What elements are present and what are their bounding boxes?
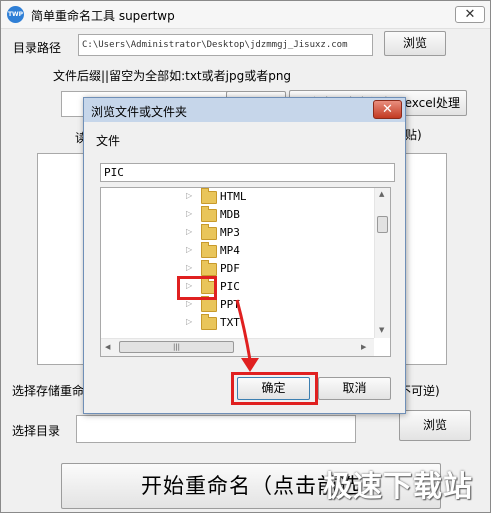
paste-label: 贴) [405,128,422,142]
folder-tree[interactable]: ▷ HTML ▷ MDB ▷ MP3 ▷ MP4 ▷ PDF ▷ PIC ▷ P… [100,187,391,357]
save-option-label: 选择存储重命 [12,384,85,398]
expand-arrow-icon[interactable]: ▷ [186,263,192,272]
folder-name: MDB [220,208,240,221]
dialog-file-label: 文件 [96,134,121,148]
scroll-left-icon[interactable]: ◀ [105,343,110,351]
cancel-button[interactable]: 取消 [318,377,391,400]
folder-icon [201,242,217,258]
folder-icon [201,296,217,312]
scroll-up-icon[interactable]: ▲ [379,190,384,198]
folder-icon [201,224,217,240]
folder-name: PDF [220,262,240,275]
dialog-title: 浏览文件或文件夹 [91,105,188,119]
browse-folder-dialog: 浏览文件或文件夹 ✕ 文件 PIC ▷ HTML ▷ MDB ▷ MP3 ▷ M… [83,97,406,414]
ok-highlight-box [231,372,318,405]
folder-name: TXT [220,316,240,329]
title-bar: TWP 简单重命名工具 supertwp ✕ [1,1,490,29]
scroll-right-icon[interactable]: ▶ [361,343,366,351]
folder-icon [201,188,217,204]
app-logo-icon: TWP [7,6,24,23]
browse-dir-button[interactable]: 浏览 [384,31,446,56]
target-dir-label: 选择目录 [12,424,61,438]
pic-highlight-box [177,276,217,300]
expand-arrow-icon[interactable]: ▷ [186,209,192,218]
folder-name: MP4 [220,244,240,257]
folder-icon [201,260,217,276]
scroll-down-icon[interactable]: ▼ [379,326,384,334]
dir-path-label: 目录路径 [13,41,62,55]
tree-item-mdb[interactable]: ▷ MDB [101,206,374,224]
folder-icon [201,206,217,222]
folder-name: PPT [220,298,240,311]
expand-arrow-icon[interactable]: ▷ [186,317,192,326]
horizontal-scroll-thumb[interactable]: ||| [119,341,234,353]
extension-label: 文件后缀||留空为全部如:txt或者jpg或者png [53,69,292,83]
tree-item-txt[interactable]: ▷ TXT [101,314,374,332]
dir-path-input[interactable]: C:\Users\Administrator\Desktop\jdzmmgj_J… [78,34,373,56]
watermark-text: 极速下载站 [323,469,474,503]
expand-arrow-icon[interactable]: ▷ [186,191,192,200]
vertical-scrollbar[interactable]: ▲ ▼ [374,188,390,338]
expand-arrow-icon[interactable]: ▷ [186,227,192,236]
close-button[interactable]: ✕ [455,6,485,23]
expand-arrow-icon[interactable]: ▷ [186,299,192,308]
vertical-scroll-thumb[interactable] [377,216,388,233]
tree-item-pdf[interactable]: ▷ PDF [101,260,374,278]
tree-item-ppt[interactable]: ▷ PPT [101,296,374,314]
dialog-title-bar: 浏览文件或文件夹 ✕ [84,98,405,122]
tree-item-mp3[interactable]: ▷ MP3 [101,224,374,242]
folder-name: PIC [220,280,240,293]
target-dir-input[interactable] [76,415,356,443]
tree-item-html[interactable]: ▷ HTML [101,188,374,206]
browse-target-button[interactable]: 浏览 [399,410,471,441]
tree-item-pic[interactable]: ▷ PIC [101,278,374,296]
dialog-path-input[interactable]: PIC [100,163,395,182]
folder-icon [201,314,217,330]
folder-name: HTML [220,190,247,203]
expand-arrow-icon[interactable]: ▷ [186,245,192,254]
window-title: 简单重命名工具 supertwp [31,9,175,23]
tree-item-mp4[interactable]: ▷ MP4 [101,242,374,260]
folder-name: MP3 [220,226,240,239]
dialog-close-button[interactable]: ✕ [373,100,402,119]
